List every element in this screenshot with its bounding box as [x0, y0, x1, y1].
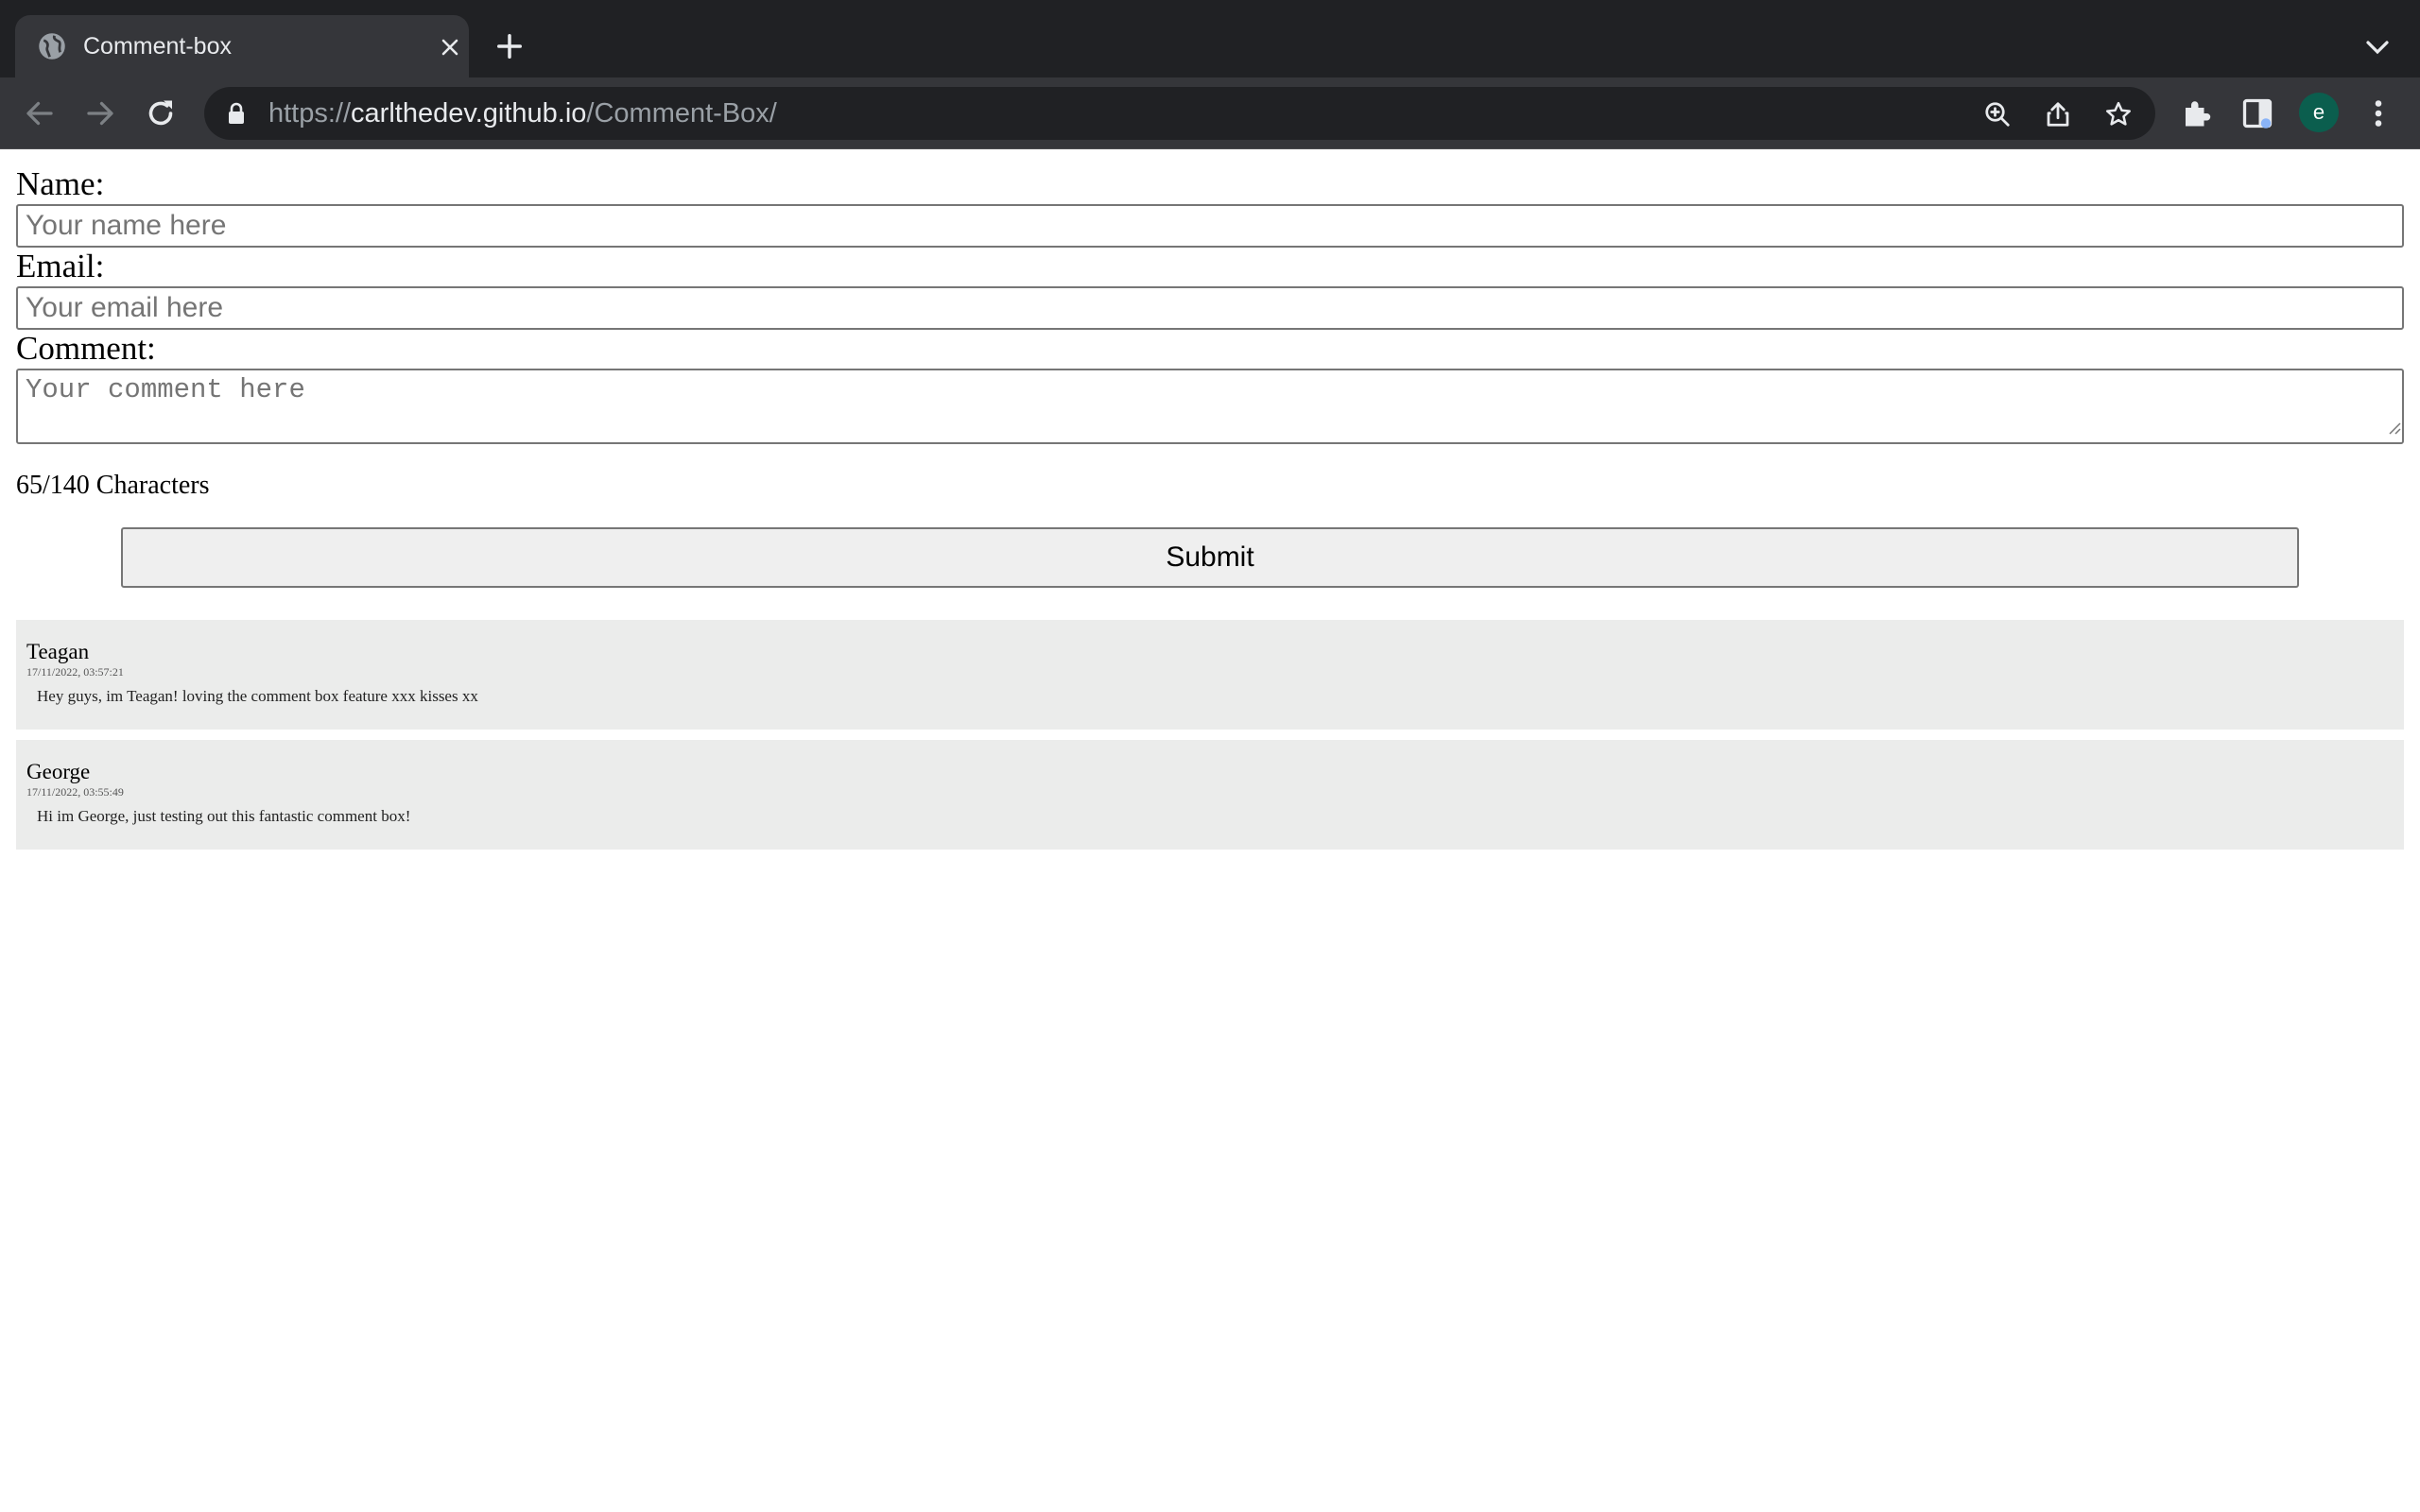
comment-text: Hi im George, just testing out this fant… — [37, 807, 411, 825]
name-label: Name: — [16, 165, 105, 202]
comment-textarea[interactable] — [16, 369, 2404, 444]
url-host: carlthedev.github.io — [351, 98, 587, 129]
page-content: Name: Email: Comment: 65/140 Characters … — [0, 149, 2420, 1512]
comment-card: Teagan 17/11/2022, 03:57:21 Hey guys, im… — [16, 620, 2404, 730]
star-icon[interactable] — [2104, 100, 2133, 129]
comment-timestamp: 17/11/2022, 03:57:21 — [26, 665, 124, 679]
close-tab-icon[interactable] — [439, 36, 461, 59]
submit-button[interactable]: Submit — [121, 527, 2299, 588]
extensions-puzzle-icon[interactable] — [2180, 96, 2214, 130]
zoom-icon[interactable] — [1983, 100, 2012, 129]
url-text[interactable]: https://carlthedev.github.io/Comment-Box… — [268, 97, 777, 129]
comment-card: George 17/11/2022, 03:55:49 Hi im George… — [16, 740, 2404, 850]
browser-tab-strip: Comment-box — [0, 0, 2420, 77]
name-input[interactable] — [16, 204, 2404, 248]
browser-toolbar: https://carlthedev.github.io/Comment-Box… — [0, 77, 2420, 149]
profile-avatar[interactable]: e — [2299, 93, 2339, 132]
character-counter: 65/140 Characters — [16, 471, 210, 500]
share-icon[interactable] — [2044, 100, 2072, 129]
comment-label: Comment: — [16, 330, 156, 367]
url-path: /Comment-Box/ — [586, 98, 777, 129]
back-arrow-icon[interactable] — [23, 96, 57, 130]
chevron-down-icon[interactable] — [2363, 36, 2392, 59]
globe-icon — [39, 33, 65, 60]
browser-tab[interactable]: Comment-box — [15, 15, 469, 77]
email-input[interactable] — [16, 286, 2404, 330]
comment-author: Teagan — [26, 640, 90, 663]
reload-icon[interactable] — [144, 96, 178, 130]
email-label: Email: — [16, 248, 105, 284]
side-panel-icon[interactable] — [2240, 96, 2274, 130]
new-tab-icon[interactable] — [495, 32, 524, 60]
more-menu-icon[interactable] — [2361, 96, 2395, 130]
url-scheme: https:// — [268, 98, 352, 129]
forward-arrow-icon[interactable] — [83, 96, 117, 130]
comment-timestamp: 17/11/2022, 03:55:49 — [26, 785, 124, 799]
comment-text: Hey guys, im Teagan! loving the comment … — [37, 687, 478, 705]
address-bar[interactable]: https://carlthedev.github.io/Comment-Box… — [204, 87, 2155, 140]
comment-author: George — [26, 760, 91, 783]
lock-icon[interactable] — [227, 102, 246, 125]
tab-title: Comment-box — [83, 33, 232, 60]
resize-grip-icon[interactable] — [2386, 420, 2401, 435]
